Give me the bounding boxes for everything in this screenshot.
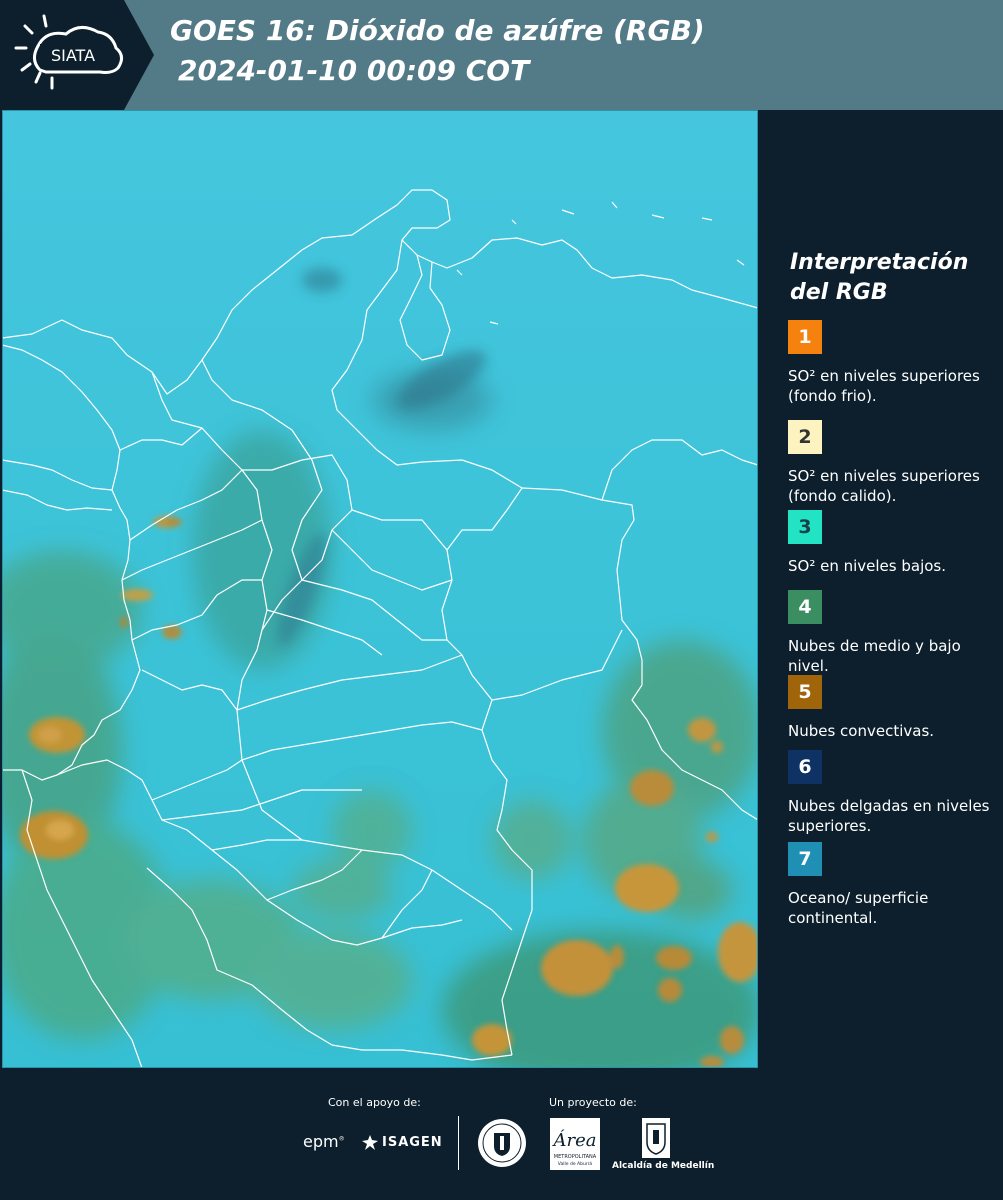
satellite-map: [2, 110, 758, 1068]
legend-panel: Interpretación del RGB 1 SO² en niveles s…: [760, 110, 1003, 1068]
legend-label-5: Nubes convectivas.: [788, 722, 935, 740]
legend-title: Interpretación del RGB: [790, 248, 990, 308]
legend-swatch-4: 4: [788, 590, 822, 624]
page-title: GOES 16: Dióxido de azúfre (RGB): [170, 14, 705, 47]
area-metropolitana-logo: Área METROPOLITANA Valle de Aburrá: [550, 1118, 600, 1170]
support-label: Con el apoyo de:: [328, 1096, 421, 1109]
legend-swatch-5: 5: [788, 675, 822, 709]
legend-label-3: SO² en niveles bajos.: [788, 557, 947, 575]
legend-swatch-6: 6: [788, 750, 822, 784]
siata-logo-text: SIATA: [51, 46, 95, 65]
isagen-icon: [362, 1135, 378, 1150]
alcaldia-shield-icon: [642, 1118, 670, 1158]
isagen-logo: ISAGEN: [382, 1135, 443, 1150]
area-logo-sub2: Valle de Aburrá: [558, 1160, 593, 1167]
footer-divider: [458, 1116, 459, 1170]
siata-logo: SIATA: [0, 0, 154, 110]
legend-title-line2: del RGB: [790, 280, 888, 305]
header-bar: SIATA GOES 16: Dióxido de azúfre (RGB) 2…: [0, 0, 1003, 110]
legend-swatch-2: 2: [788, 420, 822, 454]
legend-title-line1: Interpretación: [790, 250, 969, 275]
legend-swatch-1: 1: [788, 320, 822, 354]
medellin-seal-icon: [478, 1119, 526, 1167]
legend-label-1: SO² en niveles superiores (fondo frio).: [788, 367, 980, 405]
legend-label-7: Oceano/ superficie continental.: [788, 889, 929, 927]
alcaldia-logo-text: Alcaldía de Medellín: [612, 1161, 715, 1171]
area-logo-sub: METROPOLITANA: [554, 1154, 597, 1160]
project-label: Un proyecto de:: [549, 1096, 637, 1109]
page-timestamp: 2024-01-10 00:09 COT: [178, 54, 530, 87]
epm-logo-text: epm: [303, 1132, 339, 1151]
area-logo-text: Área: [552, 1128, 597, 1151]
legend-label-2: SO² en niveles superiores (fondo calido)…: [788, 467, 980, 505]
legend-label-6: Nubes delgadas en niveles superiores.: [788, 797, 990, 835]
legend-swatch-3: 3: [788, 510, 822, 544]
epm-logo: epm®: [303, 1132, 345, 1151]
footer: Con el apoyo de: Un proyecto de: epm® IS…: [0, 1068, 1003, 1200]
legend-label-4: Nubes de medio y bajo nivel.: [788, 637, 961, 675]
legend-swatch-7: 7: [788, 842, 822, 876]
